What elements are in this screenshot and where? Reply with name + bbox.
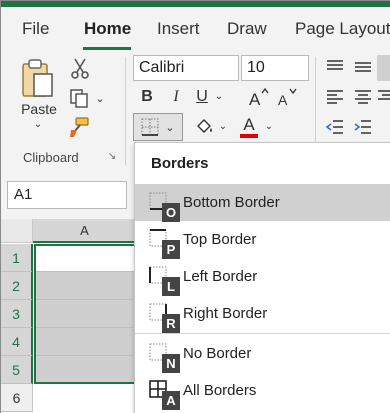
menu-item-label: Top Border	[183, 231, 257, 248]
menu-item-all-borders[interactable]: A All Borders	[135, 372, 390, 410]
svg-text:A: A	[249, 90, 261, 108]
keytip-badge: L	[162, 277, 180, 296]
ribbon-tabs: File Home Insert Draw Page Layout	[1, 7, 390, 51]
row-header[interactable]: 2	[1, 272, 33, 300]
align-bottom-icon[interactable]	[377, 55, 390, 81]
fill-color-chevron-down-icon[interactable]: ⌄	[217, 119, 229, 133]
format-painter-icon[interactable]	[67, 115, 91, 139]
row-header[interactable]: 3	[1, 300, 33, 328]
menu-item-top-border[interactable]: P Top Border	[135, 221, 390, 259]
align-top-icon[interactable]	[323, 57, 347, 77]
keytip-badge: N	[162, 354, 180, 373]
underline-chevron-down-icon[interactable]: ⌄	[213, 89, 225, 103]
align-middle-icon[interactable]	[351, 57, 375, 77]
tab-home[interactable]: Home	[84, 19, 131, 39]
copy-chevron-down-icon[interactable]: ⌄	[93, 91, 107, 105]
clipboard-group-label: Clipboard	[23, 150, 79, 165]
cell-a4[interactable]	[34, 328, 136, 356]
increase-indent-icon[interactable]	[351, 117, 375, 137]
keytip-badge: P	[162, 240, 180, 259]
fill-color-icon[interactable]	[193, 115, 217, 139]
menu-item-right-border[interactable]: R Right Border	[135, 295, 390, 333]
menu-item-label: No Border	[183, 345, 252, 362]
keytip-badge: O	[162, 203, 180, 222]
name-box[interactable]: A1	[7, 181, 127, 209]
align-left-icon[interactable]	[323, 87, 347, 107]
menu-item-label: Bottom Border	[183, 194, 280, 211]
svg-text:A: A	[278, 92, 288, 108]
dialog-launcher-icon[interactable]: ↘	[105, 149, 119, 163]
column-header-a[interactable]: A	[33, 219, 136, 243]
cell-a3[interactable]	[34, 300, 136, 328]
font-color-icon[interactable]: A	[237, 113, 261, 141]
paste-chevron-down-icon[interactable]: ⌄	[31, 119, 45, 130]
menu-item-bottom-border[interactable]: O Bottom Border	[135, 184, 390, 222]
font-name-combo[interactable]: Calibri	[133, 55, 239, 81]
cell-a1[interactable]	[34, 244, 136, 272]
cut-icon[interactable]	[69, 57, 91, 81]
menu-separator	[135, 333, 390, 334]
worksheet-grid: A 1 2 3 4 5 6	[1, 219, 136, 413]
align-right-icon[interactable]	[377, 87, 390, 107]
ribbon-separator	[125, 57, 126, 165]
increase-font-size-icon[interactable]: A	[247, 85, 271, 109]
align-center-icon[interactable]	[351, 87, 375, 107]
tab-draw[interactable]: Draw	[227, 19, 267, 39]
tab-page-layout[interactable]: Page Layout	[295, 19, 390, 39]
copy-icon[interactable]	[67, 87, 91, 109]
active-tab-indicator	[83, 47, 131, 50]
cell-a2[interactable]	[34, 272, 136, 300]
decrease-indent-icon[interactable]	[323, 117, 347, 137]
tab-file[interactable]: File	[22, 19, 49, 39]
paste-button[interactable]: Paste	[19, 100, 59, 118]
italic-button[interactable]: I	[167, 86, 185, 108]
menu-item-label: Right Border	[183, 305, 268, 322]
excel-window: File Home Insert Draw Page Layout Paste …	[0, 0, 390, 413]
cell-a5[interactable]	[34, 356, 136, 384]
font-color-glyph: A	[243, 115, 255, 134]
keytip-badge: R	[162, 314, 180, 333]
menu-item-label: Left Border	[183, 268, 258, 285]
borders-icon	[141, 118, 159, 136]
cell-a6[interactable]	[34, 384, 136, 412]
decrease-font-size-icon[interactable]: A	[275, 85, 299, 109]
keytip-badge: A	[162, 391, 180, 410]
font-size-combo[interactable]: 10	[241, 55, 309, 81]
borders-menu: Borders O Bottom Border P Top Border L L…	[134, 142, 390, 413]
font-color-chevron-down-icon[interactable]: ⌄	[263, 119, 275, 133]
borders-button[interactable]: ⌄	[133, 113, 183, 141]
menu-item-label: All Borders	[183, 382, 257, 399]
menu-title: Borders	[151, 155, 209, 172]
row-header[interactable]: 4	[1, 328, 33, 356]
font-color-bar	[240, 134, 258, 138]
select-all-corner[interactable]	[1, 219, 33, 243]
row-header[interactable]: 6	[1, 384, 33, 412]
underline-button[interactable]: U	[193, 86, 211, 108]
menu-item-no-border[interactable]: N No Border	[135, 335, 390, 373]
borders-chevron-down-icon: ⌄	[165, 121, 175, 134]
row-header[interactable]: 5	[1, 356, 33, 384]
row-header[interactable]: 1	[1, 244, 33, 272]
tab-insert[interactable]: Insert	[157, 19, 200, 39]
menu-item-left-border[interactable]: L Left Border	[135, 258, 390, 296]
bold-button[interactable]: B	[137, 86, 157, 108]
paste-icon[interactable]	[17, 57, 59, 101]
